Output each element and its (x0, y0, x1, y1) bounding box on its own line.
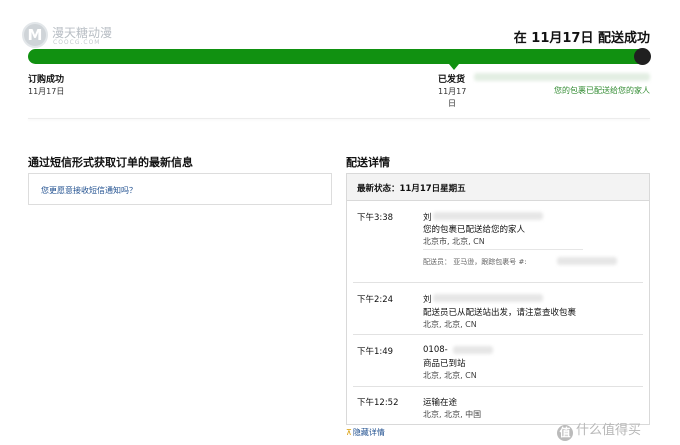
watermark-text: 什么值得买 (576, 423, 642, 438)
sms-opt-in-link[interactable]: 您更愿意接收短信通知吗？ (41, 185, 137, 196)
site-watermark-logo: M 漫天糖动漫 COOCG.COM (22, 22, 142, 52)
event-recipient: 刘 (423, 213, 432, 223)
event-description: 商品已到站 (423, 359, 466, 369)
redacted-recipient (433, 294, 543, 302)
collapse-icon: ⊼ (346, 428, 352, 437)
event-location: 北京, 北京, CN (423, 320, 477, 329)
section-divider (28, 118, 650, 119)
step-shipped-date: 11月17 (438, 87, 467, 96)
redacted-recipient (433, 212, 543, 220)
shipping-details-panel: 最新状态：11月17日星期五 下午3:38 刘 您的包裹已配送给您的家人 北京市… (346, 173, 650, 425)
hide-details-link[interactable]: ⊼隐藏详情 (346, 427, 385, 438)
event-time: 下午12:52 (357, 398, 399, 408)
event-location: 北京市, 北京, CN (423, 237, 485, 246)
step-shipped-date-cont: 日 (448, 99, 456, 108)
event-time: 下午1:49 (357, 347, 394, 357)
event-recipient: 刘 (423, 295, 432, 305)
event-tracking-number: 0108- (423, 345, 448, 355)
event-description: 配送员已从配送站出发，请注意查收包裹 (423, 308, 577, 318)
event-description: 您的包裹已配送给您的家人 (423, 225, 526, 235)
sms-panel: 您更愿意接收短信通知吗？ (28, 173, 332, 205)
event-description: 运输在途 (423, 398, 458, 408)
event-divider (353, 334, 643, 335)
latest-status-bar: 最新状态：11月17日星期五 (347, 174, 649, 201)
event-carrier-info: 配送员： 亚马逊，跟踪包裹号 #: (423, 258, 527, 266)
sms-section-heading: 通过短信形式获取订单的最新信息 (28, 156, 193, 169)
watermark-badge-icon: 值 (557, 425, 573, 441)
redacted-number (453, 346, 493, 354)
step-shipped-label: 已发货 (438, 75, 466, 85)
hide-details-label: 隐藏详情 (352, 428, 385, 437)
redacted-address (474, 73, 650, 81)
event-time: 下午3:38 (357, 213, 394, 223)
redacted-tracking (557, 257, 617, 265)
delivery-status-title: 在 11月17日 配送成功 (513, 31, 650, 46)
logo-badge-icon: M (22, 22, 48, 48)
event-subdivider (423, 249, 583, 250)
event-time: 下午2:24 (357, 295, 394, 305)
step-ordered-label: 订购成功 (28, 75, 65, 85)
logo-domain: COOCG.COM (53, 39, 101, 46)
step-ordered-date: 11月17日 (28, 87, 65, 96)
event-location: 北京, 北京, 中国 (423, 410, 482, 419)
event-divider (353, 282, 643, 283)
progress-current-notch-icon (449, 64, 459, 70)
delivery-progress-bar (28, 49, 650, 64)
latest-status-text: 最新状态：11月17日星期五 (357, 184, 466, 194)
site-watermark-bottom: 值什么值得买 (557, 419, 641, 441)
progress-end-marker (634, 48, 651, 65)
event-location: 北京, 北京, CN (423, 371, 477, 380)
event-divider (353, 386, 643, 387)
delivered-message: 您的包裹已配送给您的家人 (554, 86, 650, 95)
shipping-details-heading: 配送详情 (346, 156, 390, 169)
